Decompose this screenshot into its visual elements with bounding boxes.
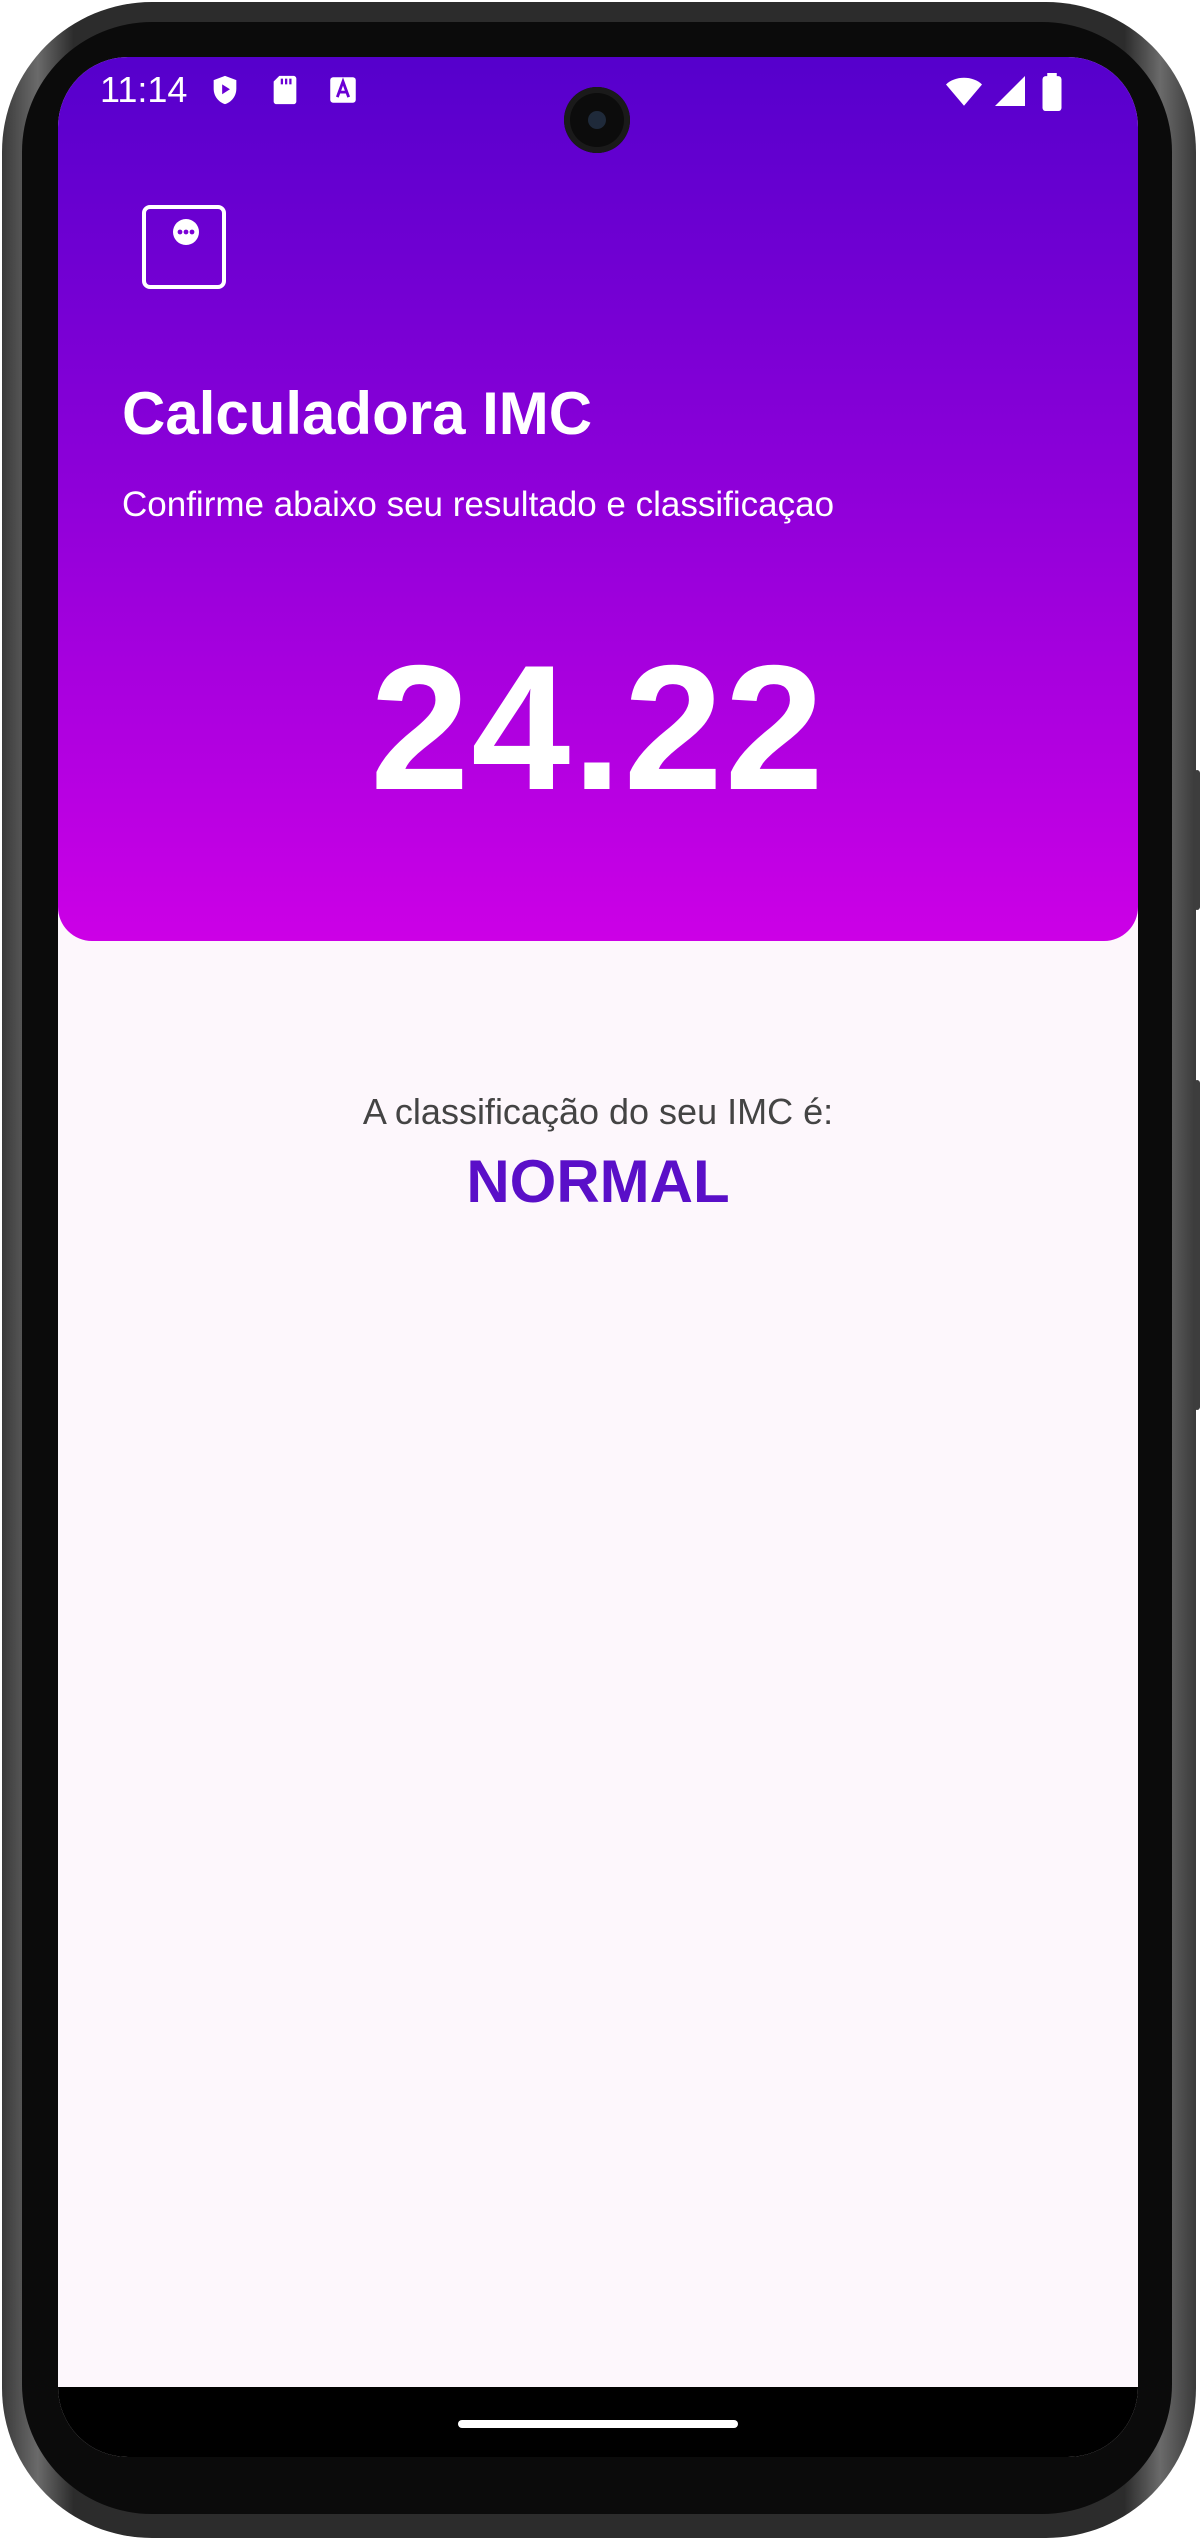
status-time: 11:14 [100,69,188,110]
front-camera [564,87,630,153]
power-button [1194,1080,1200,1410]
menu-button[interactable] [142,205,226,289]
dots-menu-icon [173,219,199,245]
sd-card-icon [268,73,302,107]
home-gesture-handle[interactable] [458,2420,738,2428]
classification-label: A classificação do seu IMC é: [362,1091,834,1132]
screen: 11:14 Calculadora IMC Confirme abaixo se… [58,57,1138,2457]
cellular-signal-icon [992,73,1028,109]
text-a-icon [326,73,360,107]
battery-icon [1040,73,1064,111]
classification-value: NORMAL [466,1148,730,1215]
volume-button [1194,770,1200,910]
page-title: Calculadora IMC [122,380,593,447]
shield-play-icon [208,73,242,107]
result-header: 11:14 Calculadora IMC Confirme abaixo se… [58,57,1138,941]
page-subtitle: Confirme abaixo seu resultado e classifi… [122,485,835,524]
bmi-value: 24.22 [370,628,826,827]
wifi-icon [944,73,984,109]
phone-device: 11:14 Calculadora IMC Confirme abaixo se… [0,0,1200,2541]
